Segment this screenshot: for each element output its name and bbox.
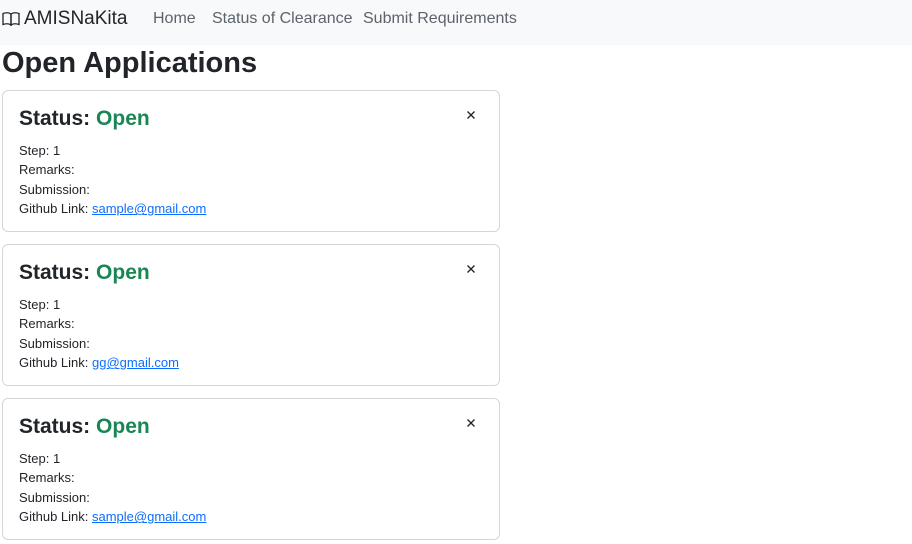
close-icon[interactable] <box>465 263 477 275</box>
submission-line: Submission: <box>19 180 206 199</box>
submission-label: Submission: <box>19 181 90 197</box>
step-value: 1 <box>52 143 61 158</box>
step-value: 1 <box>52 297 61 312</box>
github-link[interactable]: gg@gmail.com <box>92 355 179 370</box>
submission-line: Submission: <box>19 488 206 507</box>
status-label: Status: <box>19 415 91 438</box>
step-line: Step: 1 <box>19 449 206 468</box>
github-link[interactable]: sample@gmail.com <box>92 201 206 216</box>
step-value: 1 <box>52 451 61 466</box>
submission-label: Submission: <box>19 489 90 505</box>
submission-label: Submission: <box>19 335 90 351</box>
status-heading: Status: Open <box>19 261 150 285</box>
status-value: Open <box>96 261 150 284</box>
remarks-label: Remarks: <box>19 470 75 486</box>
status-heading: Status: Open <box>19 415 150 439</box>
step-label: Step: <box>19 143 50 158</box>
step-line: Step: 1 <box>19 295 179 314</box>
status-label: Status: <box>19 261 91 284</box>
remarks-label: Remarks: <box>19 162 75 178</box>
brand-name: AMISNaKita <box>24 8 128 29</box>
close-icon[interactable] <box>465 109 477 121</box>
card-details: Step: 1 Remarks: Submission: Github Link… <box>19 449 206 527</box>
status-value: Open <box>96 107 150 130</box>
status-value: Open <box>96 415 150 438</box>
remarks-line: Remarks: <box>19 160 206 179</box>
remarks-label: Remarks: <box>19 316 75 332</box>
status-heading: Status: Open <box>19 107 150 131</box>
book-icon <box>2 12 20 27</box>
brand-link[interactable]: AMISNaKita <box>2 8 127 30</box>
application-card: Status: Open Step: 1 Remarks: Submission… <box>2 244 500 386</box>
application-card: Status: Open Step: 1 Remarks: Submission… <box>2 398 500 540</box>
application-card: Status: Open Step: 1 Remarks: Submission… <box>2 90 500 232</box>
nav-status-of-clearance[interactable]: Status of Clearance <box>212 10 353 28</box>
github-line: Github Link: gg@gmail.com <box>19 353 179 372</box>
github-label: Github Link: <box>19 509 89 525</box>
github-label: Github Link: <box>19 355 89 371</box>
card-details: Step: 1 Remarks: Submission: Github Link… <box>19 141 206 219</box>
nav-submit-requirements[interactable]: Submit Requirements <box>363 10 517 28</box>
close-icon[interactable] <box>465 417 477 429</box>
github-line: Github Link: sample@gmail.com <box>19 507 206 526</box>
github-link[interactable]: sample@gmail.com <box>92 509 206 524</box>
github-label: Github Link: <box>19 201 89 217</box>
page-title: Open Applications <box>2 47 258 79</box>
remarks-line: Remarks: <box>19 468 206 487</box>
github-line: Github Link: sample@gmail.com <box>19 199 206 218</box>
step-line: Step: 1 <box>19 141 206 160</box>
remarks-line: Remarks: <box>19 314 179 333</box>
card-details: Step: 1 Remarks: Submission: Github Link… <box>19 295 179 373</box>
step-label: Step: <box>19 451 50 466</box>
status-label: Status: <box>19 107 91 130</box>
navbar: AMISNaKita Home Status of Clearance Subm… <box>0 0 912 45</box>
submission-line: Submission: <box>19 334 179 353</box>
step-label: Step: <box>19 297 50 312</box>
nav-home[interactable]: Home <box>153 10 196 28</box>
